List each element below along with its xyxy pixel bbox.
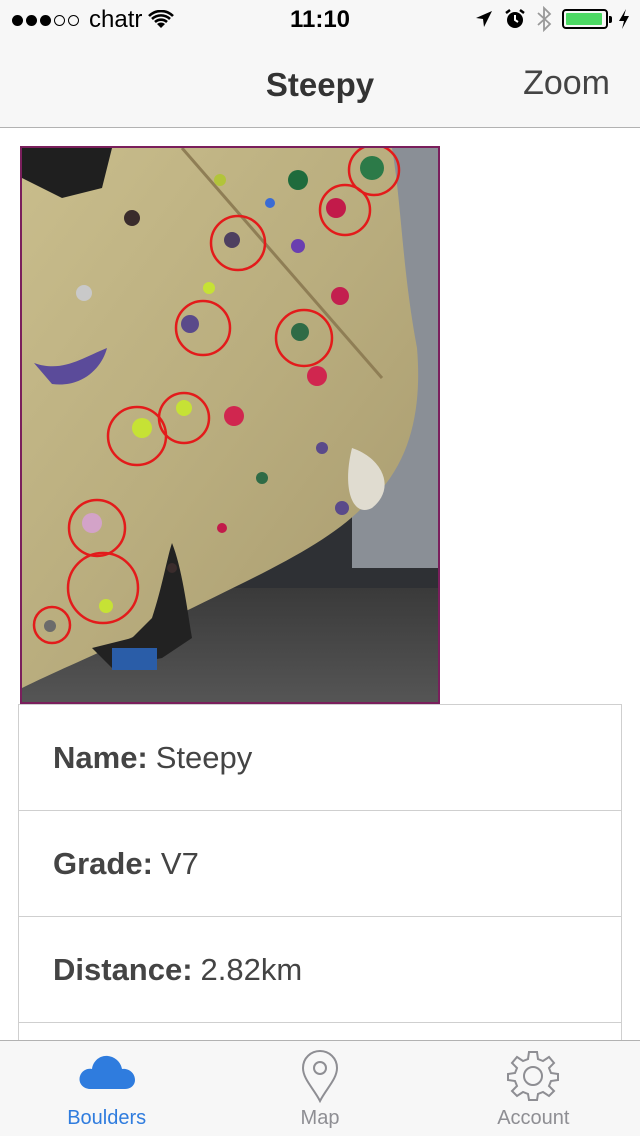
map-pin-icon: [301, 1049, 338, 1103]
tab-boulders-label: Boulders: [67, 1107, 147, 1129]
grade-row: Grade: V7: [19, 811, 621, 917]
distance-row: Distance: 2.82km: [19, 917, 621, 1023]
boulder-wall-image: [22, 148, 438, 702]
boulder-details: Name: Steepy Grade: V7 Distance: 2.82km: [18, 704, 622, 1040]
boulder-photo[interactable]: [20, 146, 440, 704]
name-value: Steepy: [155, 739, 253, 775]
grade-label: Grade:: [53, 845, 153, 881]
distance-value: 2.82km: [200, 951, 303, 987]
cloud-icon: [79, 1055, 135, 1089]
gear-icon: [507, 1051, 560, 1101]
name-row: Name: Steepy: [19, 705, 621, 811]
tab-bar: Boulders Map Account: [0, 1040, 640, 1136]
tab-account-label: Account: [497, 1107, 570, 1129]
bluetooth-icon: [537, 6, 552, 32]
navigation-bar: Steepy Zoom: [0, 40, 640, 128]
status-right: [474, 6, 630, 32]
name-label: Name:: [53, 739, 148, 775]
charging-icon: [619, 9, 629, 29]
battery-icon: [562, 9, 612, 29]
tab-map[interactable]: Map: [213, 1041, 426, 1136]
tab-map-label: Map: [300, 1107, 340, 1129]
location-arrow-icon: [476, 11, 492, 27]
tab-account[interactable]: Account: [427, 1041, 640, 1136]
status-bar: chatr 11:10: [0, 0, 640, 40]
zoom-button[interactable]: Zoom: [523, 64, 610, 103]
grade-value: V7: [160, 845, 199, 881]
tab-boulders[interactable]: Boulders: [0, 1041, 213, 1136]
distance-label: Distance:: [53, 951, 193, 987]
alarm-icon: [505, 9, 525, 28]
